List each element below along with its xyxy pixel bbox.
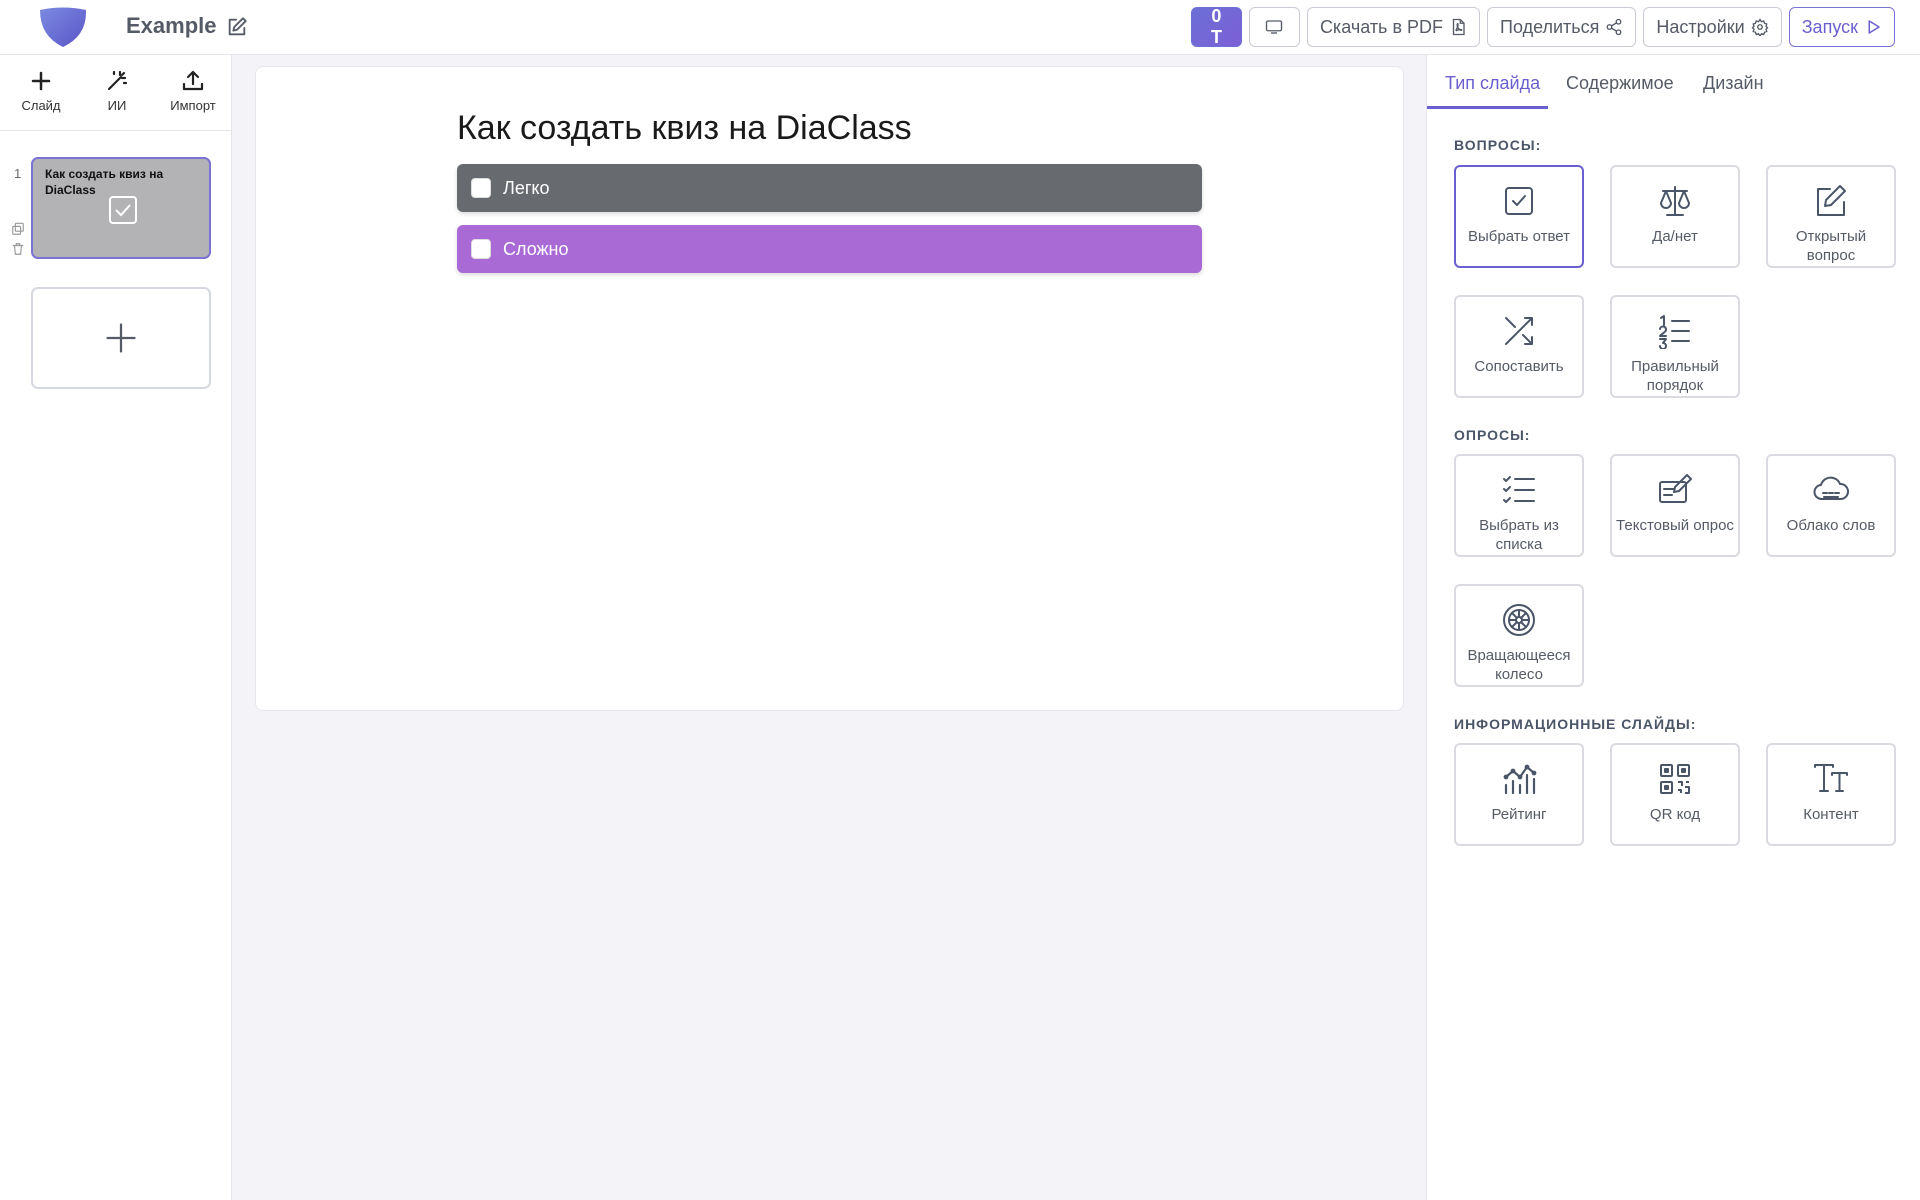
panel-tabs: Тип слайда Содержимое Дизайн [1427,55,1920,109]
answer-checkbox[interactable] [471,178,491,198]
add-slide-tool[interactable]: Слайд [18,55,64,130]
answer-option[interactable]: Легко [457,164,1202,212]
card-choose-answer[interactable]: Выбрать ответ [1454,165,1584,268]
section-polls: ОПРОСЫ: [1454,427,1531,443]
download-pdf-button[interactable]: Скачать в PDF [1306,7,1481,47]
card-text-poll[interactable]: Текстовый опрос [1610,454,1740,557]
card-spinning-wheel[interactable]: Вращающееся колесо [1454,584,1584,687]
plus-icon [31,71,51,91]
tab-slide-type[interactable]: Тип слайда [1445,73,1540,94]
magic-wand-icon [107,70,128,91]
cloud-icon [1813,476,1849,500]
card-label: Выбрать из списка [1479,517,1559,553]
checklist-icon [1503,476,1535,503]
active-tab-indicator [1427,106,1548,109]
fullscreen-button[interactable] [1248,7,1300,47]
share-button[interactable]: Поделиться [1487,7,1637,47]
answer-checkbox[interactable] [471,239,491,259]
pdf-file-icon [1452,18,1465,36]
edit-title-icon[interactable] [226,16,248,38]
add-slide-button[interactable] [31,287,211,389]
play-icon [1868,20,1880,34]
shuffle-icon [1505,317,1533,345]
text-format-icon [1814,764,1848,792]
monitor-icon [1266,20,1283,34]
share-icon [1606,18,1622,36]
ai-tool[interactable]: ИИ [94,55,140,130]
sidebar-toolbar: Слайд ИИ Импорт [0,55,231,131]
slide-canvas: Как создать квиз на DiaClass Легко Сложн… [255,66,1404,711]
card-label: Рейтинг [1491,806,1547,823]
document-title[interactable]: Example [126,13,217,39]
share-label: Поделиться [1500,16,1600,37]
slide-thumbnail[interactable]: Как создать квиз на DiaClass [31,157,211,259]
duplicate-slide-icon[interactable] [11,222,25,236]
card-word-cloud[interactable]: Облако слов [1766,454,1896,557]
tab-design[interactable]: Дизайн [1703,73,1764,94]
card-label: Сопоставить [1474,358,1564,375]
upload-icon [182,70,204,91]
card-label: Открытый вопрос [1795,228,1867,264]
ai-tool-label: ИИ [107,98,127,113]
tab-content[interactable]: Содержимое [1566,73,1674,94]
scales-icon [1660,186,1690,216]
card-open-question[interactable]: Открытый вопрос [1766,165,1896,268]
launch-button[interactable]: Запуск [1788,7,1895,47]
slide-settings-panel: Тип слайда Содержимое Дизайн ВОПРОСЫ: Вы… [1426,55,1920,1200]
answer-text: Легко [503,177,550,198]
plus-icon [106,323,136,353]
gear-icon [1751,18,1769,36]
card-correct-order[interactable]: Правильный порядок [1610,295,1740,398]
card-label: Текстовый опрос [1616,517,1734,534]
slide-number: 1 [14,166,22,181]
text-edit-icon [1659,474,1692,503]
settings-label: Настройки [1656,16,1745,37]
delete-slide-icon[interactable] [11,242,25,256]
edit-icon [1817,185,1846,216]
card-qr-code[interactable]: QR код [1610,743,1740,846]
points-button[interactable]: 0 T [1190,6,1242,47]
card-label: Да/нет [1652,228,1698,245]
import-tool[interactable]: Импорт [170,55,216,130]
section-info-slides: ИНФОРМАЦИОННЫЕ СЛАЙДЫ: [1454,716,1697,732]
numbered-list-icon [1659,315,1690,349]
import-tool-label: Импорт [170,98,216,113]
card-select-from-list[interactable]: Выбрать из списка [1454,454,1584,557]
card-label: Правильный порядок [1631,358,1719,394]
answer-text: Сложно [503,238,569,259]
download-pdf-label: Скачать в PDF [1319,16,1444,37]
card-label: Контент [1803,806,1859,823]
top-bar: Example 0 T Скачать в PDF Поделиться Нас… [0,0,1920,55]
card-match[interactable]: Сопоставить [1454,295,1584,398]
section-questions: ВОПРОСЫ: [1454,137,1542,153]
qr-code-icon [1660,764,1690,794]
card-rating[interactable]: Рейтинг [1454,743,1584,846]
card-label: QR код [1649,806,1701,823]
card-content[interactable]: Контент [1766,743,1896,846]
card-yes-no[interactable]: Да/нет [1610,165,1740,268]
bar-chart-icon [1503,764,1537,795]
diaclass-logo-icon[interactable] [38,6,88,48]
card-label: Вращающееся колесо [1467,647,1571,683]
answer-option[interactable]: Сложно [457,225,1202,273]
slide-heading[interactable]: Как создать квиз на DiaClass [457,109,912,148]
header-actions: 0 T Скачать в PDF Поделиться Настройки З… [1190,6,1895,47]
checkbox-icon [109,196,137,224]
slides-sidebar: Слайд ИИ Импорт 1 Как создать квиз на Di… [0,55,232,1200]
add-slide-tool-label: Слайд [21,98,61,113]
wheel-icon [1503,604,1535,636]
card-label: Облако слов [1786,517,1876,534]
slide-thumbnail-title: Как создать квиз на DiaClass [45,167,164,197]
launch-label: Запуск [1801,16,1858,37]
checkbox-icon [1505,187,1533,215]
card-label: Выбрать ответ [1468,228,1570,245]
settings-button[interactable]: Настройки [1643,7,1782,47]
